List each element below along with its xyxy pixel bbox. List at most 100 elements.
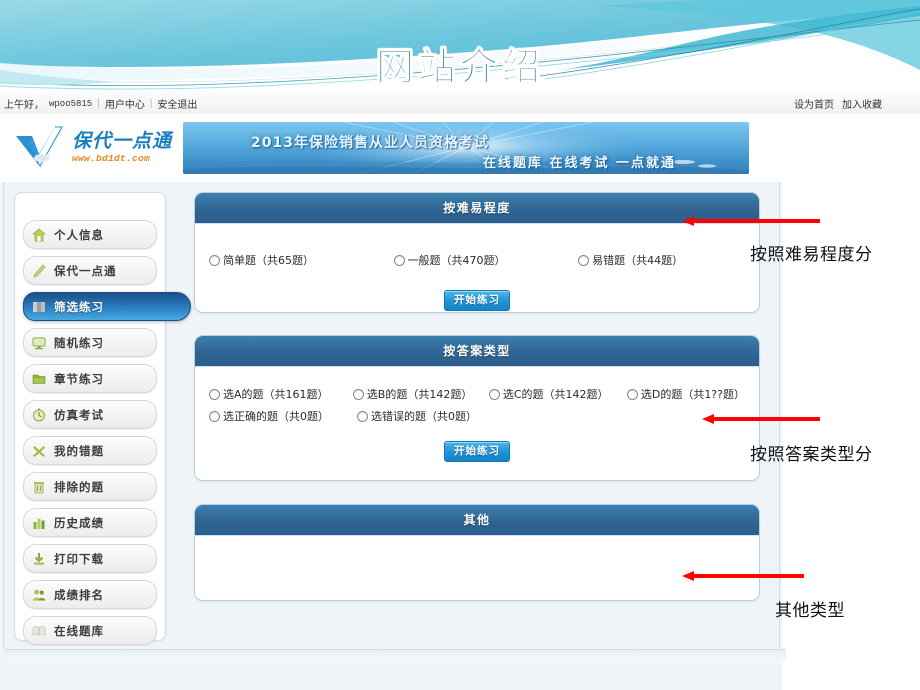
banner-line-1: 2013年保险销售从业人员资格考试 <box>251 135 489 151</box>
home-icon <box>24 228 54 242</box>
sidebar-item-label: 成绩排名 <box>54 587 104 602</box>
sidebar-item-label: 我的错题 <box>54 443 104 458</box>
radio-icon[interactable] <box>209 254 220 266</box>
add-favorite-link[interactable]: 加入收藏 <box>842 96 882 111</box>
sidebar-item-3[interactable]: 筛选练习 <box>23 292 191 321</box>
utility-bar-left: 上午好， wpoo5815 | 用户中心 | 安全退出 <box>4 96 197 111</box>
sidebar-item-5[interactable]: 章节练习 <box>23 364 157 393</box>
annotation-arrow-3 <box>682 571 804 581</box>
option-label: 选D的题（共1??题） <box>640 388 745 401</box>
option-label: 简单题（共65题） <box>223 254 314 267</box>
sidebar-item-label: 个人信息 <box>54 227 104 242</box>
annotation-label-1: 按照难易程度分 <box>750 245 873 265</box>
option-answer-false[interactable]: 选错误的题（共0题） <box>357 408 477 424</box>
user-center-link[interactable]: 用户中心 <box>105 96 145 111</box>
sidebar-item-label: 历史成绩 <box>54 515 104 530</box>
sidebar-item-8[interactable]: 排除的题 <box>23 472 157 501</box>
option-answer-b[interactable]: 选B的题（共142题） <box>352 386 489 402</box>
slide-header-banner: 网站介绍 <box>0 0 920 92</box>
radio-icon[interactable] <box>209 388 220 400</box>
sidebar-item-11[interactable]: 成绩排名 <box>23 580 157 609</box>
option-row: 简单题（共65题） 一般题（共470题） 易错题（共44题） <box>195 224 759 268</box>
panel-title: 其他 <box>195 505 759 536</box>
sidebar-item-label: 随机练习 <box>54 335 104 350</box>
option-normal[interactable]: 一般题（共470题） <box>393 252 579 268</box>
greeting-text: 上午好， <box>4 100 44 111</box>
radio-icon[interactable] <box>393 254 405 266</box>
option-simple[interactable]: 简单题（共65题） <box>209 252 394 268</box>
radio-icon[interactable] <box>209 410 220 422</box>
radio-icon[interactable] <box>626 388 638 400</box>
folder-icon <box>24 372 54 386</box>
content-frame: 个人信息保代一点通筛选练习随机练习章节练习仿真考试我的错题排除的题历史成绩打印下… <box>3 182 786 662</box>
separator-1: | <box>97 98 100 109</box>
radio-icon[interactable] <box>357 410 368 422</box>
utility-bar-right: 设为首页 加入收藏 <box>794 96 882 111</box>
sidebar: 个人信息保代一点通筛选练习随机练习章节练习仿真考试我的错题排除的题历史成绩打印下… <box>14 192 191 645</box>
radio-icon[interactable] <box>352 388 364 400</box>
monitor-icon <box>24 336 54 350</box>
sidebar-item-label: 仿真考试 <box>54 407 104 422</box>
logo-name: 保代一点通 <box>72 130 173 153</box>
sidebar-item-2[interactable]: 保代一点通 <box>23 256 157 285</box>
option-answer-a[interactable]: 选A的题（共161题） <box>209 386 353 402</box>
bar-chart-icon <box>24 516 54 530</box>
site-header: 保代一点通 www.bd1dt.com 2013年保险销售从业人员资格考试 在线… <box>0 114 920 183</box>
option-label: 易错题（共44题） <box>592 254 684 267</box>
option-answer-c[interactable]: 选C的题（共142题） <box>488 386 627 402</box>
sidebar-item-12[interactable]: 在线题库 <box>23 616 157 645</box>
sidebar-item-9[interactable]: 历史成绩 <box>23 508 157 537</box>
option-label: 选A的题（共161题） <box>223 388 329 401</box>
annotation-arrow-2 <box>702 414 820 424</box>
sidebar-item-label: 筛选练习 <box>54 299 104 314</box>
sidebar-item-label: 打印下载 <box>54 551 104 566</box>
panel-other: 其他 <box>194 504 760 601</box>
sidebar-item-label: 保代一点通 <box>54 263 117 278</box>
download-icon <box>24 552 54 566</box>
logo-text-block: 保代一点通 www.bd1dt.com <box>72 130 173 164</box>
cross-icon <box>24 444 54 458</box>
start-practice-button[interactable]: 开始练习 <box>444 441 510 462</box>
annotation-label-2: 按照答案类型分 <box>750 445 873 465</box>
sidebar-item-label: 章节练习 <box>54 371 104 386</box>
option-answer-d[interactable]: 选D的题（共1??题） <box>626 386 745 402</box>
radio-icon[interactable] <box>578 254 590 266</box>
sidebar-item-10[interactable]: 打印下载 <box>23 544 157 573</box>
sidebar-item-1[interactable]: 个人信息 <box>23 220 157 249</box>
slide-title: 网站介绍 <box>375 44 544 90</box>
banner-line-2: 在线题库 在线考试 一点就通 <box>483 156 677 171</box>
option-error-prone[interactable]: 易错题（共44题） <box>578 252 745 268</box>
sidebar-item-7[interactable]: 我的错题 <box>23 436 157 465</box>
panel-title: 按难易程度 <box>195 193 759 224</box>
site-logo[interactable]: 保代一点通 www.bd1dt.com <box>12 120 177 176</box>
users-icon <box>24 588 54 602</box>
logo-url: www.bd1dt.com <box>72 152 151 164</box>
option-label: 选错误的题（共0题） <box>371 410 477 423</box>
sidebar-item-label: 在线题库 <box>54 623 104 638</box>
option-row: 选A的题（共161题） 选B的题（共142题） 选C的题（共142题） 选D的题… <box>195 367 759 402</box>
check-mark-icon <box>12 124 68 172</box>
site-banner[interactable]: 2013年保险销售从业人员资格考试 在线题库 在线考试 一点就通 <box>183 122 749 174</box>
annotation-label-3: 其他类型 <box>775 601 845 621</box>
site-utility-bar: 上午好， wpoo5815 | 用户中心 | 安全退出 设为首页 加入收藏 <box>0 92 920 115</box>
radio-icon[interactable] <box>488 388 500 400</box>
panel-body: 简单题（共65题） 一般题（共470题） 易错题（共44题） 开始练习 <box>195 224 759 312</box>
panel-difficulty: 按难易程度 简单题（共65题） 一般题（共470题） 易错题（共44题） 开始练… <box>194 192 760 313</box>
start-practice-button[interactable]: 开始练习 <box>444 290 510 311</box>
panel-body: 选A的题（共161题） 选B的题（共142题） 选C的题（共142题） 选D的题… <box>195 367 759 480</box>
sidebar-nav: 个人信息保代一点通筛选练习随机练习章节练习仿真考试我的错题排除的题历史成绩打印下… <box>23 220 191 652</box>
annotation-arrow-1 <box>682 216 820 226</box>
logout-link[interactable]: 安全退出 <box>157 96 197 111</box>
clock-icon <box>24 408 54 422</box>
sidebar-item-4[interactable]: 随机练习 <box>23 328 157 357</box>
panel-answer-type: 按答案类型 选A的题（共161题） 选B的题（共142题） 选C的题（共142题… <box>194 335 760 481</box>
sidebar-item-label: 排除的题 <box>54 479 104 494</box>
filter-icon <box>24 300 54 314</box>
option-label: 一般题（共470题） <box>407 254 506 267</box>
username-text: wpoo5815 <box>49 98 93 109</box>
option-answer-true[interactable]: 选正确的题（共0题） <box>209 408 357 424</box>
pencil-icon <box>24 263 54 278</box>
set-homepage-link[interactable]: 设为首页 <box>794 96 834 111</box>
panel-body <box>195 536 759 600</box>
sidebar-item-6[interactable]: 仿真考试 <box>23 400 157 429</box>
